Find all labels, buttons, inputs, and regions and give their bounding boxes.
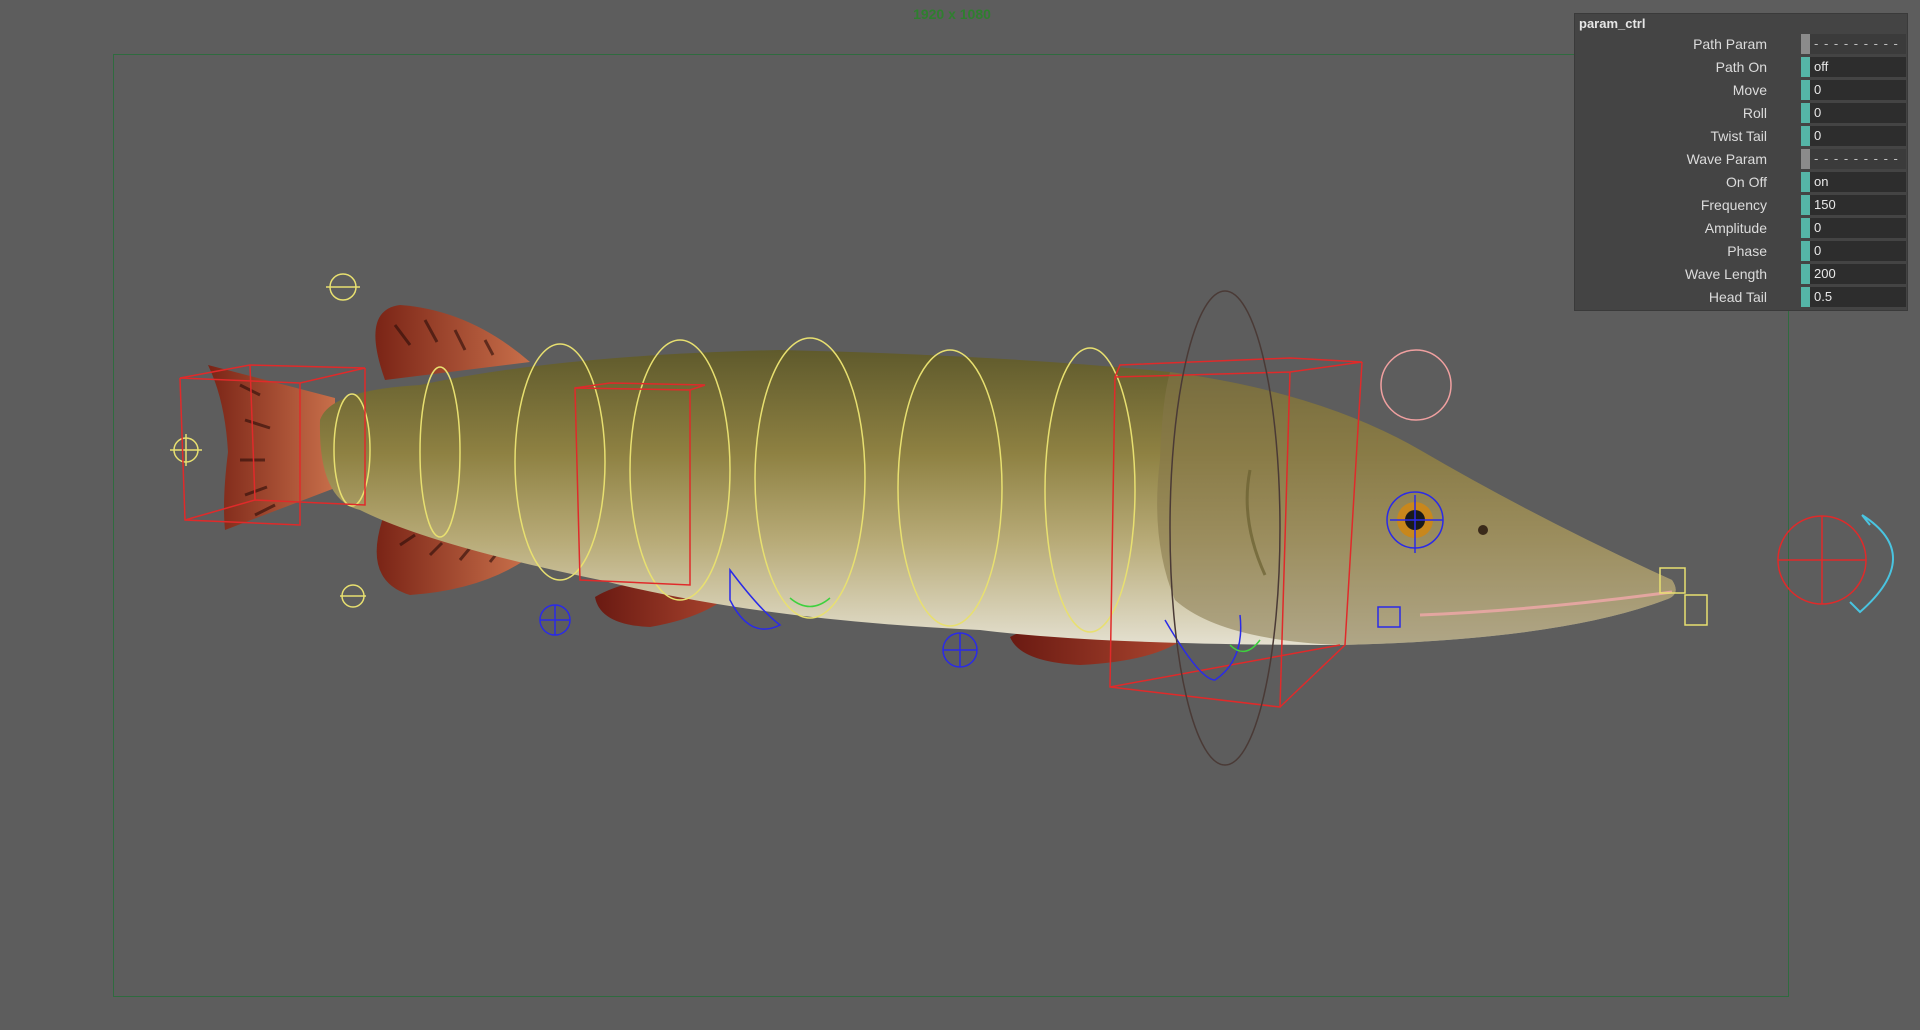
attr-row-path-on[interactable]: Path On [1575,56,1909,78]
attr-label: Head Tail [1708,289,1767,305]
panel-title: param_ctrl [1579,16,1646,31]
attr-field[interactable] [1810,149,1906,169]
keyable-indicator [1801,195,1810,215]
dorsal-fin [375,305,530,380]
attr-label: Amplitude [1704,220,1767,236]
keyable-indicator [1801,57,1810,77]
attr-field[interactable] [1810,287,1906,307]
attr-field[interactable] [1810,172,1906,192]
keyable-indicator [1801,80,1810,100]
keyable-indicator [1801,172,1810,192]
attr-row-amplitude[interactable]: Amplitude [1575,217,1909,239]
keyable-indicator [1801,126,1810,146]
keyable-indicator [1801,34,1810,54]
attr-label: Move [1732,82,1767,98]
attr-row-wave-length[interactable]: Wave Length [1575,263,1909,285]
attr-row-head-tail[interactable]: Head Tail [1575,286,1909,308]
attr-row-twist-tail[interactable]: Twist Tail [1575,125,1909,147]
param-ctrl-panel: param_ctrl Path Param Path On Move Roll … [1574,13,1908,311]
attr-field[interactable] [1810,57,1906,77]
keyable-indicator [1801,287,1810,307]
attr-field[interactable] [1810,218,1906,238]
attr-row-move[interactable]: Move [1575,79,1909,101]
attr-label: Path Param [1693,36,1767,52]
attr-label: Path On [1715,59,1767,75]
keyable-indicator [1801,218,1810,238]
attr-field[interactable] [1810,80,1906,100]
attr-label: Twist Tail [1710,128,1767,144]
attr-row-roll[interactable]: Roll [1575,102,1909,124]
keyable-indicator [1801,241,1810,261]
attr-row-on-off[interactable]: On Off [1575,171,1909,193]
attr-label: Phase [1727,243,1767,259]
attr-field[interactable] [1810,241,1906,261]
attr-label: Roll [1742,105,1767,121]
attr-label: Frequency [1700,197,1767,213]
attr-field[interactable] [1810,34,1906,54]
attr-field[interactable] [1810,195,1906,215]
attr-field[interactable] [1810,103,1906,123]
keyable-indicator [1801,149,1810,169]
attr-label: On Off [1726,174,1767,190]
keyable-indicator [1801,264,1810,284]
attr-label: Wave Length [1685,266,1767,282]
attr-row-frequency[interactable]: Frequency [1575,194,1909,216]
keyable-indicator [1801,103,1810,123]
attr-row-wave-param[interactable]: Wave Param [1575,148,1909,170]
attr-field[interactable] [1810,126,1906,146]
attr-row-path-param[interactable]: Path Param [1575,33,1909,55]
attr-field[interactable] [1810,264,1906,284]
attr-label: Wave Param [1686,151,1767,167]
attr-row-phase[interactable]: Phase [1575,240,1909,262]
